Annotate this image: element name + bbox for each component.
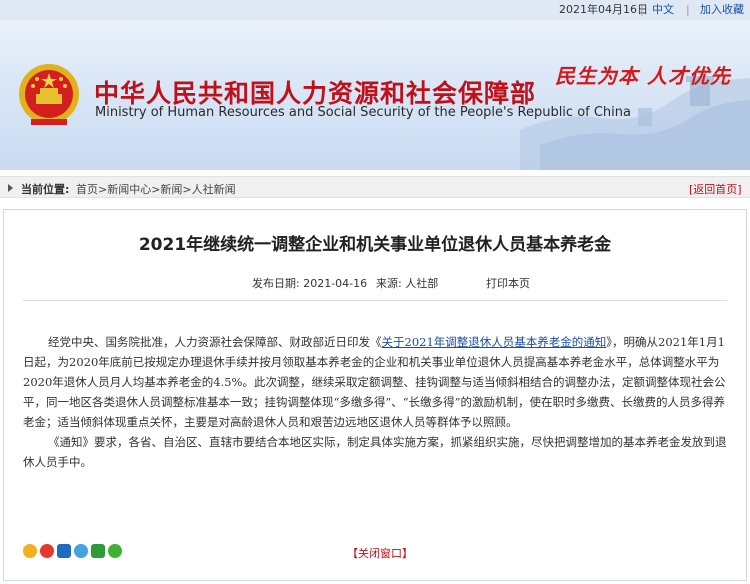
renren-icon[interactable]	[57, 544, 71, 558]
print-page-link[interactable]: 打印本页	[486, 275, 530, 291]
national-emblem-icon	[19, 64, 79, 125]
breadcrumb-bar: 当前位置: 首页>新闻中心>新闻>人社新闻 [返回首页]	[0, 176, 750, 198]
notice-link[interactable]: 关于2021年调整退休人员基本养老金的通知	[382, 335, 607, 349]
publish-date: 发布日期: 2021-04-16	[252, 277, 368, 290]
tqq-icon[interactable]	[74, 544, 88, 558]
article-container: 2021年继续统一调整企业和机关事业单位退休人员基本养老金 发布日期: 2021…	[3, 209, 747, 581]
share-bar	[23, 544, 122, 558]
ministry-title-en: Ministry of Human Resources and Social S…	[95, 105, 631, 120]
douban-icon[interactable]	[91, 544, 105, 558]
back-home-link[interactable]: [返回首页]	[689, 181, 742, 197]
language-link[interactable]: 中文	[652, 3, 674, 17]
current-date: 2021年04月16日	[559, 3, 648, 16]
divider	[23, 300, 727, 301]
divider: |	[640, 3, 644, 16]
slogan: 民生为本 人才优先	[555, 64, 731, 88]
paragraph-text: 经党中央、国务院批准，人力资源社会保障部、财政部近日印发《	[48, 335, 382, 349]
great-wall-illustration	[520, 76, 750, 170]
article-paragraph: 经党中央、国务院批准，人力资源社会保障部、财政部近日印发《关于2021年调整退休…	[23, 332, 729, 432]
arrow-right-icon	[8, 184, 13, 192]
close-window-button[interactable]: 【关闭窗口】	[347, 545, 413, 561]
article-source: 来源: 人社部	[376, 277, 439, 290]
article-paragraph: 《通知》要求，各省、自治区、直辖市要结合本地区实际，制定具体实施方案，抓紧组织实…	[23, 435, 727, 469]
site-header: 中华人民共和国人力资源和社会保障部 Ministry of Human Reso…	[0, 20, 750, 170]
article-title: 2021年继续统一调整企业和机关事业单位退休人员基本养老金	[138, 235, 612, 255]
breadcrumb-label: 当前位置:	[21, 183, 70, 196]
qzone-icon[interactable]	[23, 544, 37, 558]
divider: |	[686, 3, 690, 16]
breadcrumb[interactable]: 首页>新闻中心>新闻>人社新闻	[76, 181, 236, 197]
paragraph-text: 》，明确从2021年1月1日起，为2020年底前已按规定办理退休手续并按月领取基…	[23, 335, 726, 429]
wechat-icon[interactable]	[108, 544, 122, 558]
add-favorite-link[interactable]: 加入收藏	[700, 3, 744, 17]
weibo-icon[interactable]	[40, 544, 54, 558]
top-bar: 2021年04月16日 | 中文 | 加入收藏	[0, 0, 750, 20]
article-body: 经党中央、国务院批准，人力资源社会保障部、财政部近日印发《关于2021年调整退休…	[23, 332, 729, 472]
